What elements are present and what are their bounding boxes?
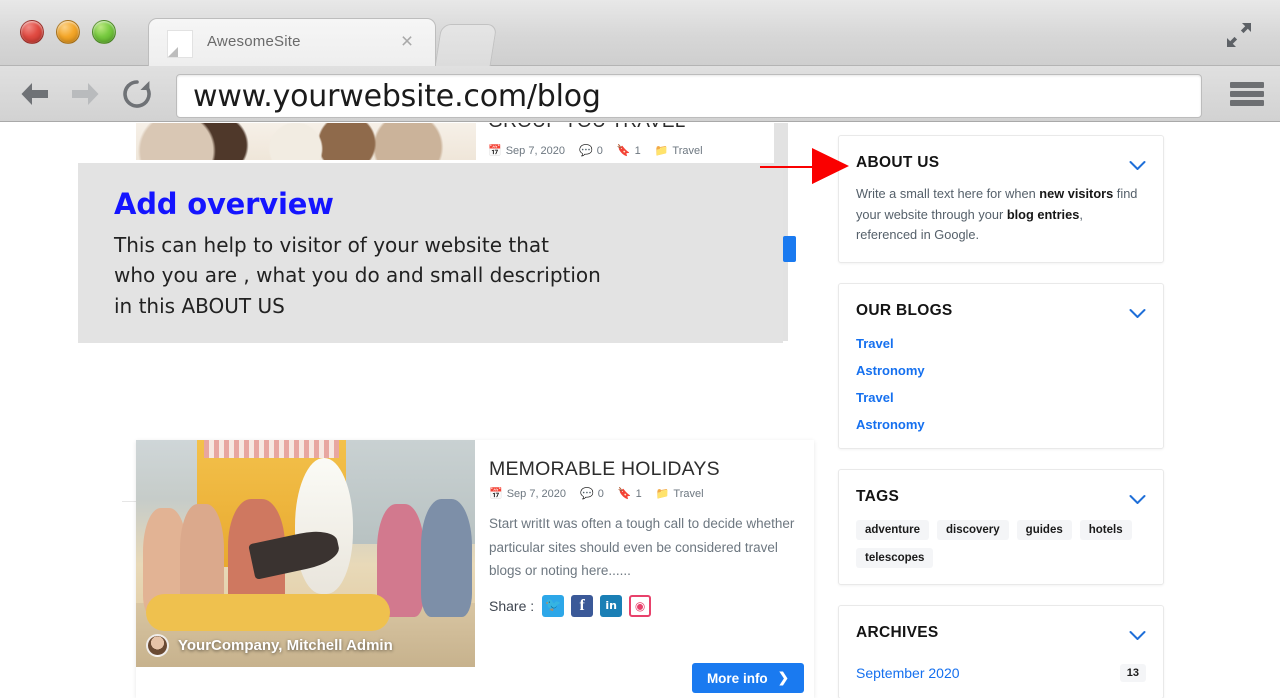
browser-window: AwesomeSite × www.yourwebsite.com/blog 📅… — [0, 0, 1280, 698]
sidebar-card-archives: ARCHIVES September 2020 13 — [838, 605, 1164, 698]
our-blogs-title: OUR BLOGS — [856, 302, 953, 320]
post-title[interactable]: GROUP YOU TRAVEL — [488, 123, 686, 133]
blog-link-3[interactable]: Astronomy — [856, 417, 1146, 432]
close-icon[interactable]: × — [397, 31, 417, 52]
tag-chip-0[interactable]: adventure — [856, 520, 929, 541]
calendar-icon: 📅 — [488, 144, 502, 157]
blog-link-2[interactable]: Travel — [856, 390, 1146, 405]
minimize-window-button[interactable] — [56, 20, 80, 44]
blog-post-memorable-holidays[interactable]: YourCompany, Mitchell Admin MEMORABLE HO… — [136, 440, 814, 698]
share-label: Share : — [489, 597, 535, 614]
comment-icon: 💬 — [579, 144, 593, 157]
post-body: MEMORABLE HOLIDAYS 📅 Sep 7, 2020 💬 0 🔖 1… — [489, 458, 801, 617]
instagram-icon[interactable]: ◉ — [629, 594, 652, 617]
more-info-button[interactable]: More info ❯ — [691, 663, 804, 693]
browser-toolbar: www.yourwebsite.com/blog — [0, 66, 1280, 122]
chevron-down-icon[interactable] — [1129, 306, 1146, 318]
comment-icon: 💬 — [580, 487, 594, 500]
annotation-body-line-1: This can help to visitor of your website… — [114, 233, 549, 257]
annotation-body: This can help to visitor of your website… — [114, 230, 783, 321]
tag-chip-2[interactable]: guides — [1016, 520, 1072, 541]
blog-link-0[interactable]: Travel — [856, 336, 1146, 351]
browser-tab-awesomesite[interactable]: AwesomeSite × — [148, 18, 436, 66]
annotation-body-line-3: in this ABOUT US — [114, 293, 285, 318]
chevron-down-icon[interactable] — [1129, 628, 1146, 640]
page-viewport: GROUP YOU TRAVEL 📅 Sep 7, 2020 💬 0 — [0, 123, 1280, 698]
post-cover-image — [136, 123, 476, 160]
page-favicon-icon — [167, 30, 193, 58]
post-category[interactable]: 📁 Travel — [656, 488, 704, 500]
back-arrow-icon[interactable] — [18, 78, 52, 110]
tab-title-label: AwesomeSite — [207, 33, 301, 50]
annotation-callout-box: Add overview This can help to visitor of… — [78, 163, 783, 343]
archive-entry-row: September 2020 13 — [856, 664, 1146, 683]
browser-titlebar: AwesomeSite × — [0, 0, 1280, 66]
post-cover-image: YourCompany, Mitchell Admin — [136, 440, 475, 667]
red-arrow-right-icon — [760, 144, 850, 188]
annotation-body-line-2: who you are , what you do and small desc… — [114, 263, 601, 288]
blog-sidebar: ABOUT US Write a small text here for whe… — [838, 123, 1164, 698]
close-window-button[interactable] — [20, 20, 44, 44]
url-text[interactable]: www.yourwebsite.com/blog — [193, 79, 601, 114]
folder-icon: 📁 — [655, 487, 670, 500]
post-date: 📅 Sep 7, 2020 — [488, 144, 566, 157]
card-header[interactable]: OUR BLOGS — [856, 302, 1146, 320]
post-comment-count: 💬 0 — [579, 144, 603, 157]
maximize-window-button[interactable] — [92, 20, 116, 44]
linkedin-icon[interactable]: in — [600, 594, 623, 617]
about-us-text: Write a small text here for when new vis… — [856, 186, 1138, 243]
post-meta: 📅 Sep 7, 2020 💬 0 🔖 1 📁 Travel — [488, 145, 703, 157]
archive-link-september-2020[interactable]: September 2020 — [856, 665, 960, 681]
chevron-down-icon[interactable] — [1129, 492, 1146, 504]
post-excerpt: Start writIt was often a tough call to d… — [489, 516, 795, 579]
annotation-title: Add overview — [114, 187, 334, 221]
card-header[interactable]: ABOUT US — [856, 154, 1146, 172]
sidebar-card-our-blogs: OUR BLOGS Travel Astronomy Travel Astron… — [838, 283, 1164, 450]
page-scrollbar-thumb[interactable] — [783, 236, 796, 262]
forward-arrow-icon[interactable] — [68, 78, 102, 110]
twitter-icon[interactable]: 🐦 — [542, 594, 565, 617]
post-view-count: 🔖 1 — [617, 487, 642, 500]
more-info-label: More info — [706, 670, 768, 686]
tags-list: adventure discovery guides hotels telesc… — [856, 520, 1146, 569]
card-header[interactable]: TAGS — [856, 488, 1146, 506]
calendar-icon: 📅 — [489, 487, 503, 500]
tag-chip-3[interactable]: hotels — [1079, 520, 1132, 541]
chevron-down-icon[interactable] — [1129, 158, 1146, 170]
address-bar[interactable]: www.yourwebsite.com/blog — [176, 74, 1202, 118]
window-controls — [20, 20, 116, 44]
fullscreen-expand-icon[interactable] — [1220, 16, 1258, 54]
archive-count-badge: 13 — [1119, 664, 1146, 683]
folder-icon: 📁 — [654, 144, 669, 157]
post-author-badge: YourCompany, Mitchell Admin — [146, 634, 393, 657]
blog-post-group-you-travel[interactable]: GROUP YOU TRAVEL 📅 Sep 7, 2020 💬 0 — [136, 123, 814, 163]
new-tab-button[interactable] — [434, 24, 498, 66]
author-avatar-icon — [146, 634, 169, 657]
binoculars-icon: 🔖 — [617, 487, 632, 500]
facebook-icon[interactable]: f — [571, 594, 594, 617]
post-title[interactable]: MEMORABLE HOLIDAYS — [489, 458, 801, 481]
post-category[interactable]: 📁 Travel — [655, 145, 703, 157]
post-date: 📅 Sep 7, 2020 — [489, 487, 567, 500]
post-meta: 📅 Sep 7, 2020 💬 0 🔖 1 📁 Travel — [489, 488, 801, 500]
sidebar-card-about-us: ABOUT US Write a small text here for whe… — [838, 135, 1164, 264]
post-view-count: 🔖 1 — [616, 144, 641, 157]
binoculars-icon: 🔖 — [616, 144, 631, 157]
author-name-label: YourCompany, Mitchell Admin — [178, 637, 393, 654]
blog-link-1[interactable]: Astronomy — [856, 363, 1146, 378]
archives-title: ARCHIVES — [856, 624, 939, 642]
hamburger-menu-icon[interactable] — [1230, 82, 1264, 106]
reload-icon[interactable] — [120, 78, 154, 110]
share-row: Share : 🐦 f in ◉ — [489, 594, 801, 617]
about-us-title: ABOUT US — [856, 154, 940, 171]
chevron-right-icon: ❯ — [777, 670, 789, 685]
tags-title: TAGS — [856, 488, 900, 506]
tag-chip-1[interactable]: discovery — [936, 520, 1009, 541]
card-header[interactable]: ARCHIVES — [856, 624, 1146, 642]
sidebar-card-tags: TAGS adventure discovery guides hotels t… — [838, 469, 1164, 586]
post-comment-count: 💬 0 — [580, 487, 604, 500]
tag-chip-4[interactable]: telescopes — [856, 548, 934, 569]
